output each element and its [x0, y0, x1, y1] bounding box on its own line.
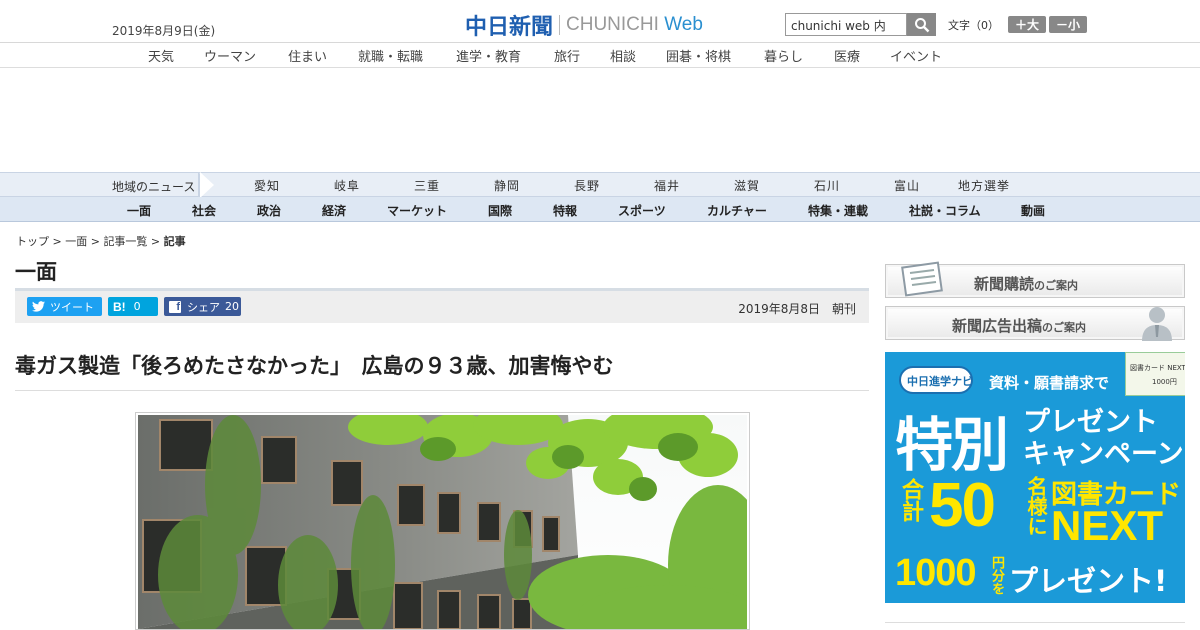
- nav-jobs[interactable]: 就職・転職: [358, 46, 423, 65]
- facebook-icon: f: [169, 300, 181, 313]
- breadcrumb: トップ > 一面 > 記事一覧 > 記事: [16, 233, 186, 249]
- tweet-label: ツイート: [50, 300, 94, 314]
- breadcrumb-top[interactable]: トップ: [16, 235, 49, 248]
- cat-front-page[interactable]: 一面: [127, 202, 151, 219]
- subscription-banner[interactable]: 新聞購読のご案内: [885, 261, 1185, 298]
- advertising-label: 新聞広告出稿のご案内: [952, 317, 1087, 335]
- cat-society[interactable]: 社会: [192, 202, 216, 219]
- font-size-label: 文字（0）: [948, 18, 999, 32]
- site-search: chunichi web 内: [785, 13, 936, 36]
- subscription-label: 新聞購読のご案内: [974, 275, 1079, 293]
- shingaku-navi-ad[interactable]: 中日進学ナビ 図書カード NEXT 1000円 資料・願書請求で 特別 プレゼン…: [885, 352, 1185, 603]
- region-shiga[interactable]: 滋賀: [734, 177, 760, 194]
- cat-market[interactable]: マーケット: [387, 202, 447, 219]
- banner-enbun: 円分を: [989, 556, 1004, 595]
- region-nav-label: 地域のニュース: [112, 180, 196, 194]
- region-shizuoka[interactable]: 静岡: [494, 177, 520, 194]
- facebook-share-label: シェア: [187, 300, 220, 314]
- banner-yen-amount: 1000: [895, 552, 977, 594]
- region-toyama[interactable]: 富山: [894, 177, 920, 194]
- cat-features[interactable]: 特集・連載: [808, 202, 868, 219]
- article-headline: 毒ガス製造「後ろめたさなかった」 広島の９３歳、加害悔やむ: [15, 354, 614, 378]
- facebook-share-button[interactable]: f シェア 20: [164, 297, 241, 316]
- search-icon: [914, 17, 929, 32]
- search-input[interactable]: chunichi web 内: [785, 13, 907, 36]
- nav-weather[interactable]: 天気: [148, 46, 174, 65]
- banner-campaign: キャンペーン: [1023, 439, 1184, 470]
- hatena-bookmark-icon: B!: [113, 299, 126, 314]
- businessman-icon: [1142, 307, 1172, 341]
- font-smaller-button[interactable]: －小: [1049, 16, 1087, 33]
- cat-international[interactable]: 国際: [488, 202, 512, 219]
- region-divider-fill: [200, 172, 214, 198]
- nav-woman[interactable]: ウーマン: [204, 46, 256, 65]
- region-nav: 地域のニュース 愛知 岐阜 三重 静岡 長野 福井 滋賀 石川 富山 地方選挙: [0, 172, 1200, 198]
- tweet-button[interactable]: ツイート: [27, 297, 102, 316]
- logo-japanese: 中日新聞: [465, 14, 554, 40]
- cat-culture[interactable]: カルチャー: [707, 202, 767, 219]
- hatena-count: 0: [133, 300, 141, 313]
- current-date: 2019年8月9日(金): [112, 24, 216, 38]
- nav-living[interactable]: 暮らし: [764, 46, 803, 65]
- nav-consult[interactable]: 相談: [610, 46, 636, 65]
- cat-economy[interactable]: 経済: [322, 202, 346, 219]
- breadcrumb-article-list[interactable]: 記事一覧: [103, 235, 147, 248]
- section-title: 一面: [15, 260, 57, 284]
- hatena-bookmark-button[interactable]: B! 0: [108, 297, 158, 316]
- cat-editorial[interactable]: 社説・コラム: [909, 202, 981, 219]
- banner-number: 50: [929, 471, 996, 540]
- region-ishikawa[interactable]: 石川: [814, 177, 840, 194]
- banner-present-bottom: プレゼント!: [1009, 564, 1168, 598]
- share-bar: ツイート B! 0 f シェア 20 2019年8月8日 朝刊: [15, 288, 869, 323]
- region-fukui[interactable]: 福井: [654, 177, 680, 194]
- newspaper-reader-icon: [901, 261, 943, 297]
- tosho-card-image: 図書カード NEXT 1000円: [1125, 352, 1185, 396]
- breadcrumb-sep: >: [87, 235, 104, 248]
- search-button[interactable]: [907, 13, 936, 36]
- banner-request-text: 資料・願書請求で: [989, 374, 1110, 392]
- region-nagano[interactable]: 長野: [574, 177, 600, 194]
- nav-education[interactable]: 進学・教育: [456, 46, 521, 65]
- facebook-share-count: 20: [225, 300, 239, 313]
- navi-logo: 中日進学ナビ: [899, 366, 973, 394]
- twitter-icon: [32, 301, 45, 312]
- sidebar-divider: [885, 622, 1185, 623]
- logo-english: CHUNICHI Web: [566, 14, 703, 35]
- cat-politics[interactable]: 政治: [257, 202, 281, 219]
- banner-gokei: 合計: [898, 478, 923, 522]
- site-header: 2019年8月9日(金) 中日新聞 CHUNICHI Web chunichi …: [0, 0, 1200, 43]
- logo-divider: [559, 15, 561, 35]
- category-nav: 一面 社会 政治 経済 マーケット 国際 特報 スポーツ カルチャー 特集・連載…: [0, 197, 1200, 222]
- breadcrumb-sep: >: [147, 235, 164, 248]
- region-gifu[interactable]: 岐阜: [334, 177, 360, 194]
- nav-medical[interactable]: 医療: [834, 46, 860, 65]
- nav-go-shogi[interactable]: 囲碁・将棋: [666, 46, 731, 65]
- region-mie[interactable]: 三重: [414, 177, 440, 194]
- breadcrumb-front-page[interactable]: 一面: [65, 235, 87, 248]
- breadcrumb-current: 記事: [163, 235, 186, 248]
- headline-divider: [15, 390, 869, 391]
- banner-next: NEXT: [1051, 502, 1164, 549]
- font-bigger-button[interactable]: ＋大: [1008, 16, 1046, 33]
- cat-sports[interactable]: スポーツ: [618, 202, 666, 219]
- ad-area: [0, 68, 1200, 172]
- nav-events[interactable]: イベント: [890, 46, 942, 65]
- nav-housing[interactable]: 住まい: [288, 46, 327, 65]
- banner-meisama: 名様に: [1024, 476, 1048, 536]
- article-photo[interactable]: [135, 412, 750, 630]
- ruined-building-photo: [138, 415, 747, 629]
- publish-date: 2019年8月8日 朝刊: [738, 302, 856, 316]
- site-logo[interactable]: 中日新聞 CHUNICHI Web: [465, 9, 703, 41]
- service-nav: 天気 ウーマン 住まい 就職・転職 進学・教育 旅行 相談 囲碁・将棋 暮らし …: [0, 43, 1200, 68]
- font-size-control: 文字（0） ＋大 －小: [948, 16, 1090, 33]
- breadcrumb-sep: >: [49, 235, 66, 248]
- nav-travel[interactable]: 旅行: [554, 46, 580, 65]
- advertising-banner[interactable]: 新聞広告出稿のご案内: [885, 306, 1185, 341]
- region-elections[interactable]: 地方選挙: [958, 177, 1010, 194]
- cat-special-report[interactable]: 特報: [553, 202, 577, 219]
- region-aichi[interactable]: 愛知: [254, 177, 280, 194]
- cat-video[interactable]: 動画: [1021, 202, 1045, 219]
